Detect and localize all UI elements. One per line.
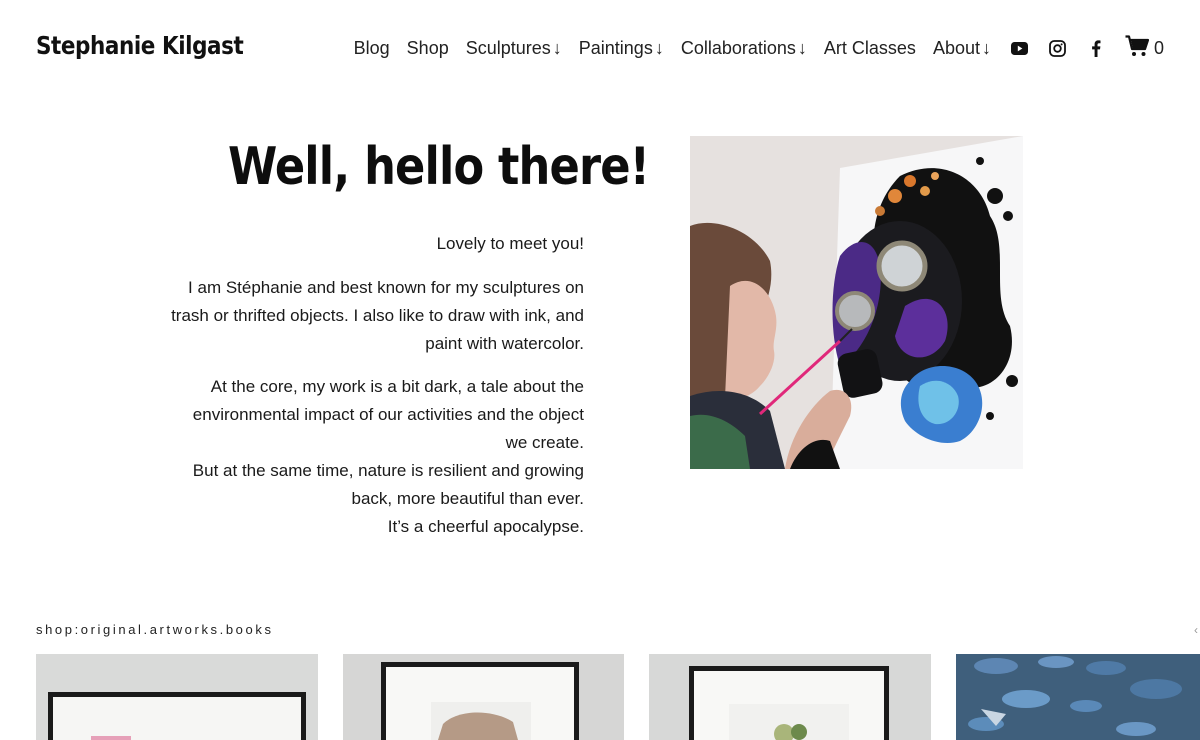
main-nav: Blog Shop Sculptures ↓ Paintings ↓ Collabo… bbox=[337, 34, 1164, 62]
site-header: Stephanie Kilgast Blog Shop Sculptures ↓ … bbox=[0, 0, 1200, 96]
artist-portrait-photo bbox=[690, 136, 1023, 469]
intro-section: Well, hello there! Lovely to meet you! I… bbox=[170, 136, 650, 536]
nav-item-shop[interactable]: Shop bbox=[407, 38, 449, 59]
nav-item-collaborations[interactable]: Collaborations ↓ bbox=[681, 38, 807, 59]
dropdown-arrow-icon: ↓ bbox=[654, 37, 664, 58]
shop-section-heading[interactable]: shop:original.artworks.books bbox=[36, 622, 274, 637]
site-logo[interactable]: Stephanie Kilgast bbox=[36, 31, 244, 60]
intro-line: At the core, my work is a bit dark, a ta… bbox=[192, 377, 584, 452]
intro-paragraph-2: At the core, my work is a bit dark, a ta… bbox=[170, 373, 584, 541]
cart-count: 0 bbox=[1153, 37, 1164, 58]
shop-item-thumbnail[interactable] bbox=[36, 654, 318, 740]
greeting-text: Lovely to meet you! bbox=[436, 234, 584, 253]
carousel-prev-icon[interactable]: ‹ bbox=[1194, 623, 1198, 637]
nav-item-blog[interactable]: Blog bbox=[354, 38, 390, 59]
cart-button[interactable]: 0 bbox=[1125, 34, 1164, 62]
cart-icon bbox=[1125, 34, 1150, 62]
shop-item-thumbnail[interactable] bbox=[649, 654, 931, 740]
shop-item-thumbnail[interactable] bbox=[343, 654, 624, 740]
dropdown-arrow-icon: ↓ bbox=[552, 37, 562, 58]
page-headline: Well, hello there! bbox=[227, 137, 650, 197]
dropdown-arrow-icon: ↓ bbox=[797, 37, 807, 58]
instagram-icon[interactable] bbox=[1049, 39, 1067, 57]
nav-item-about[interactable]: About ↓ bbox=[933, 38, 991, 59]
shop-item-thumbnail[interactable] bbox=[956, 654, 1200, 740]
nav-item-art-classes[interactable]: Art Classes bbox=[824, 38, 916, 59]
youtube-icon[interactable] bbox=[1011, 39, 1029, 57]
nav-item-paintings[interactable]: Paintings ↓ bbox=[579, 38, 664, 59]
nav-item-sculptures[interactable]: Sculptures ↓ bbox=[466, 38, 562, 59]
intro-paragraph: I am Stéphanie and best known for my scu… bbox=[171, 278, 584, 353]
dropdown-arrow-icon: ↓ bbox=[981, 37, 991, 58]
intro-line: But at the same time, nature is resilien… bbox=[192, 461, 584, 508]
facebook-icon[interactable] bbox=[1087, 39, 1105, 57]
intro-line: It’s a cheerful apocalypse. bbox=[387, 517, 584, 536]
